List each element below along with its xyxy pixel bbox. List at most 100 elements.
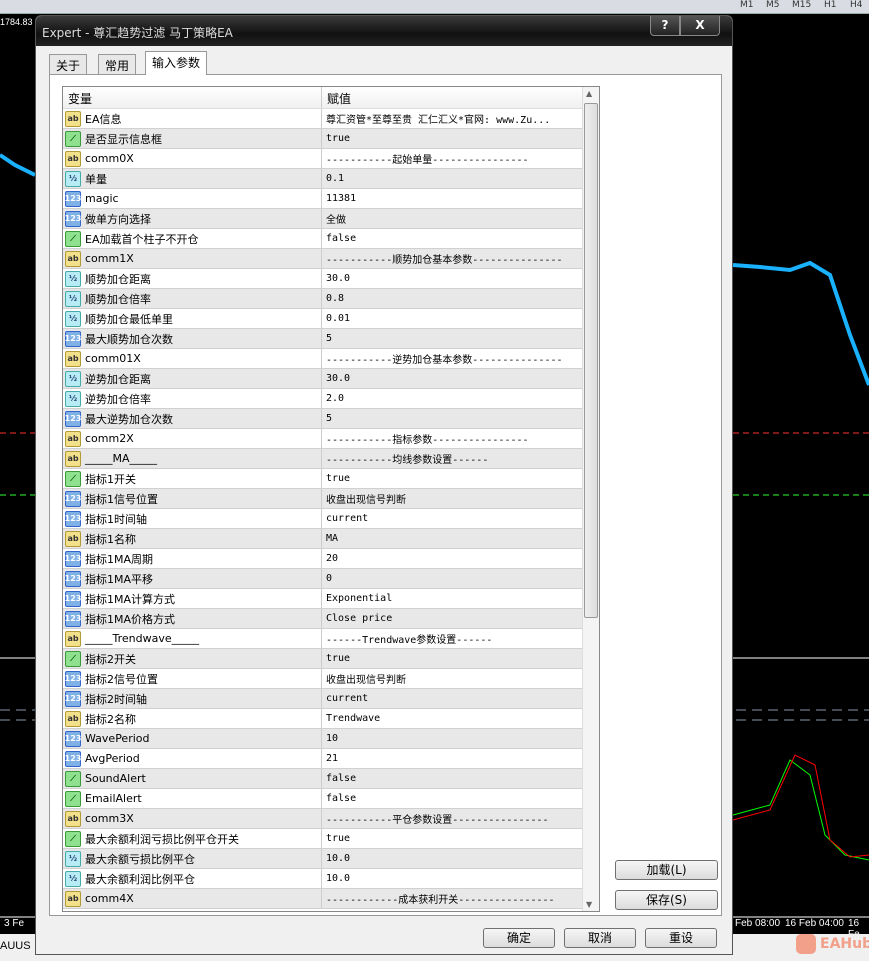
vertical-scrollbar[interactable]: ▲ ▼ <box>582 87 599 911</box>
table-row[interactable]: ½ 最大余额亏损比例平仓 10.0 <box>63 849 599 869</box>
value-cell[interactable]: 30.0 <box>322 369 599 388</box>
value-cell[interactable]: false <box>322 229 599 248</box>
tf-m15[interactable]: M15 <box>792 0 811 10</box>
value-cell[interactable]: 5 <box>322 329 599 348</box>
value-cell[interactable]: 收盘出现信号判断 <box>322 669 599 688</box>
table-row[interactable]: ⟋ 是否显示信息框 true <box>63 129 599 149</box>
save-button[interactable]: 保存(S) <box>615 890 718 910</box>
table-row[interactable]: ½ 单量 0.1 <box>63 169 599 189</box>
value-cell[interactable]: true <box>322 649 599 668</box>
tab-inputs[interactable]: 输入参数 <box>145 51 208 75</box>
tf-m1[interactable]: M1 <box>740 0 754 10</box>
value-cell[interactable]: -----------指标参数---------------- <box>322 429 599 448</box>
scroll-up-icon[interactable]: ▲ <box>586 89 592 98</box>
cancel-button[interactable]: 取消 <box>564 928 636 948</box>
table-row[interactable]: ⟋ 指标1开关 true <box>63 469 599 489</box>
symbol-tab[interactable]: AUUS <box>0 940 31 952</box>
table-row[interactable]: 123 magic 11381 <box>63 189 599 209</box>
value-cell[interactable]: -----------逆势加仓基本参数--------------- <box>322 349 599 368</box>
table-row[interactable]: 123 指标2信号位置 收盘出现信号判断 <box>63 669 599 689</box>
table-row[interactable]: ab EA信息 尊汇资管*至尊至贵 汇仁汇义*官网: www.Zu... <box>63 109 599 129</box>
table-row[interactable]: ⟋ EmailAlert false <box>63 789 599 809</box>
value-cell[interactable]: false <box>322 789 599 808</box>
value-cell[interactable]: 10.0 <box>322 869 599 888</box>
value-cell[interactable]: 11381 <box>322 189 599 208</box>
value-cell[interactable]: 0.1 <box>322 169 599 188</box>
value-cell[interactable]: -----------平仓参数设置---------------- <box>322 809 599 828</box>
tf-h4[interactable]: H4 <box>850 0 863 10</box>
table-row[interactable]: 123 AvgPeriod 21 <box>63 749 599 769</box>
column-value[interactable]: 赋值 <box>322 87 356 108</box>
value-cell[interactable]: 30.0 <box>322 269 599 288</box>
value-cell[interactable]: 全做 <box>322 209 599 228</box>
table-row[interactable]: ab comm01X -----------逆势加仓基本参数------------… <box>63 349 599 369</box>
reset-button[interactable]: 重设 <box>645 928 717 948</box>
value-cell[interactable]: 0.8 <box>322 289 599 308</box>
value-cell[interactable]: 收盘出现信号判断 <box>322 489 599 508</box>
value-cell[interactable]: Close price <box>322 609 599 628</box>
table-row[interactable]: ⟋ EA加载首个柱子不开仓 false <box>63 229 599 249</box>
table-row[interactable]: 123 做单方向选择 全做 <box>63 209 599 229</box>
tf-m5[interactable]: M5 <box>766 0 780 10</box>
table-row[interactable]: ½ 逆势加仓倍率 2.0 <box>63 389 599 409</box>
value-cell[interactable]: MA <box>322 529 599 548</box>
value-cell[interactable]: true <box>322 469 599 488</box>
value-cell[interactable]: 10.0 <box>322 849 599 868</box>
table-row[interactable]: ½ 逆势加仓距离 30.0 <box>63 369 599 389</box>
value-cell[interactable]: ------------成本获利开关---------------- <box>322 889 599 908</box>
table-row[interactable]: 123 WavePeriod 10 <box>63 729 599 749</box>
table-row[interactable]: 123 最大顺势加仓次数 5 <box>63 329 599 349</box>
value-cell[interactable]: current <box>322 509 599 528</box>
table-row[interactable]: ab comm4X ------------成本获利开关--------------… <box>63 889 599 909</box>
tab-about[interactable]: 关于 <box>49 54 88 74</box>
tf-h1[interactable]: H1 <box>824 0 837 10</box>
value-cell[interactable]: 20 <box>322 549 599 568</box>
tab-common[interactable]: 常用 <box>98 54 137 74</box>
value-cell[interactable]: -----------顺势加仓基本参数--------------- <box>322 249 599 268</box>
help-button[interactable]: ? <box>650 16 680 36</box>
table-row[interactable]: ab 指标1名称 MA <box>63 529 599 549</box>
ok-button[interactable]: 确定 <box>483 928 555 948</box>
table-row[interactable]: ⟋ SoundAlert false <box>63 769 599 789</box>
table-row[interactable]: ½ 顺势加仓最低单里 0.01 <box>63 309 599 329</box>
table-row[interactable]: 123 指标2时间轴 current <box>63 689 599 709</box>
table-row[interactable]: 123 指标1MA平移 0 <box>63 569 599 589</box>
table-row[interactable]: ab _____MA_____ -----------均线参数设置------ <box>63 449 599 469</box>
table-row[interactable]: 123 指标1信号位置 收盘出现信号判断 <box>63 489 599 509</box>
table-row[interactable]: ab comm0X -----------起始单量---------------- <box>63 149 599 169</box>
load-button[interactable]: 加载(L) <box>615 860 718 880</box>
table-row[interactable]: ½ 顺势加仓倍率 0.8 <box>63 289 599 309</box>
table-row[interactable]: ab _____Trendwave_____ ------Trendwave参数设置… <box>63 629 599 649</box>
value-cell[interactable]: current <box>322 689 599 708</box>
table-row[interactable]: ab comm1X -----------顺势加仓基本参数-------------… <box>63 249 599 269</box>
value-cell[interactable]: 5 <box>322 409 599 428</box>
scrollbar-thumb[interactable] <box>584 103 598 618</box>
value-cell[interactable]: ------Trendwave参数设置------ <box>322 629 599 648</box>
table-row[interactable]: 123 指标1MA周期 20 <box>63 549 599 569</box>
value-cell[interactable]: 2.0 <box>322 389 599 408</box>
table-row[interactable]: ½ 最大余额利润比例平仓 10.0 <box>63 869 599 889</box>
table-row[interactable]: ½ 顺势加仓距离 30.0 <box>63 269 599 289</box>
close-button[interactable]: X <box>680 16 720 36</box>
table-row[interactable]: ab comm2X -----------指标参数---------------- <box>63 429 599 449</box>
table-row[interactable]: 123 指标1MA价格方式 Close price <box>63 609 599 629</box>
value-cell[interactable]: true <box>322 829 599 848</box>
table-row[interactable]: ⟋ 指标2开关 true <box>63 649 599 669</box>
table-row[interactable]: 123 最大逆势加仓次数 5 <box>63 409 599 429</box>
value-cell[interactable]: -----------起始单量---------------- <box>322 149 599 168</box>
value-cell[interactable]: false <box>322 769 599 788</box>
table-row[interactable]: ab comm3X -----------平仓参数设置---------------… <box>63 809 599 829</box>
title-bar[interactable]: Expert - 尊汇趋势过滤 马丁策略EA ? X <box>36 16 732 46</box>
table-row[interactable]: ab 指标2名称 Trendwave <box>63 709 599 729</box>
value-cell[interactable]: 0 <box>322 569 599 588</box>
value-cell[interactable]: -----------均线参数设置------ <box>322 449 599 468</box>
value-cell[interactable]: 10 <box>322 729 599 748</box>
column-variable[interactable]: 变量 <box>63 87 322 108</box>
value-cell[interactable]: 0.01 <box>322 309 599 328</box>
scroll-down-icon[interactable]: ▼ <box>586 900 592 909</box>
table-row[interactable]: 123 指标1MA计算方式 Exponential <box>63 589 599 609</box>
table-row[interactable]: 123 指标1时间轴 current <box>63 509 599 529</box>
table-row[interactable]: ⟋ 最大余额利润亏损比例平仓开关 true <box>63 829 599 849</box>
value-cell[interactable]: Trendwave <box>322 709 599 728</box>
value-cell[interactable]: 21 <box>322 749 599 768</box>
